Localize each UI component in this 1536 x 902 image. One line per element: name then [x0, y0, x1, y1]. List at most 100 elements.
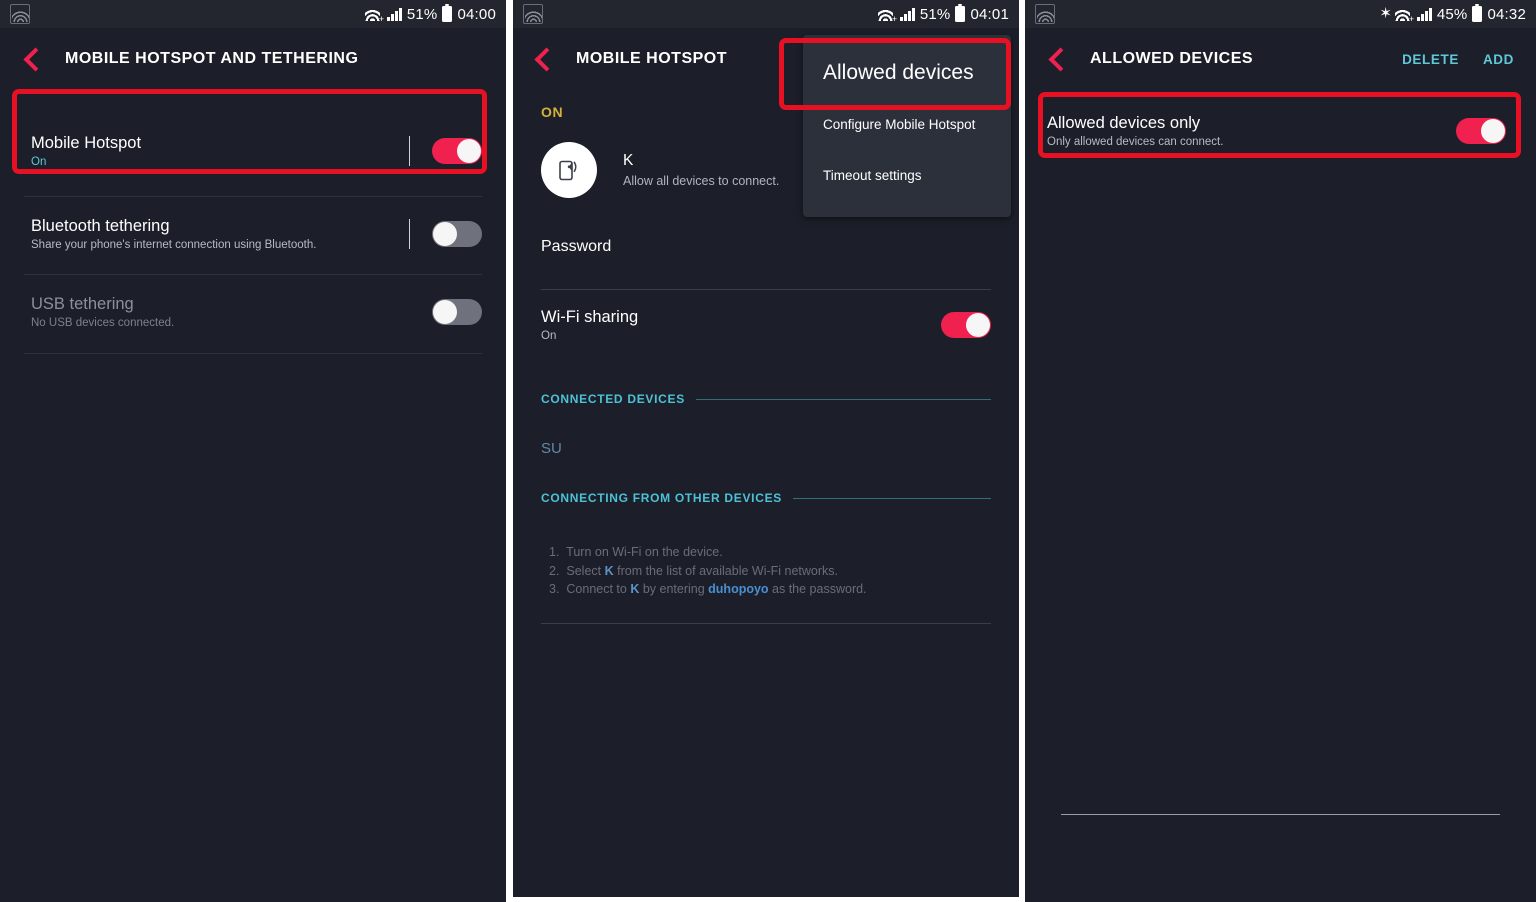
row-title: Bluetooth tethering — [31, 217, 170, 235]
page-title: MOBILE HOTSPOT AND TETHERING — [65, 50, 359, 67]
row-title: Allowed devices only — [1047, 114, 1201, 132]
section-connected-devices: CONNECTED DEVICES — [513, 392, 1019, 406]
hotspot-subtitle: Allow all devices to connect. — [623, 174, 780, 188]
battery-icon — [442, 3, 453, 22]
hotspot-texts: K Allow all devices to connect. — [623, 152, 779, 188]
menu-item-allowed-devices[interactable]: Allowed devices — [803, 45, 1011, 101]
screenshot-stage: 51% 04:00 MOBILE HOTSPOT AND TETHERING M… — [0, 0, 1536, 902]
section-rule — [792, 497, 991, 499]
row-subtitle: Share your phone's internet connection u… — [31, 239, 317, 251]
section-heading: CONNECTED DEVICES — [541, 392, 685, 406]
row-subtitle: On — [31, 156, 47, 168]
page-title: ALLOWED DEVICES — [1090, 50, 1254, 67]
wifi-hotspot-notification-icon — [10, 4, 30, 24]
row-wifi-sharing[interactable]: Wi-Fi sharing On — [513, 290, 1019, 360]
row-subtitle: No USB devices connected. — [31, 317, 175, 329]
status-bar: 51% 04:01 — [513, 0, 1019, 28]
row-title: Wi-Fi sharing — [541, 308, 639, 326]
divider — [24, 353, 482, 354]
wifi-hotspot-notification-icon — [1035, 4, 1055, 24]
ssid-highlight: K — [630, 582, 640, 596]
row-texts: Bluetooth tethering Share your phone's i… — [31, 217, 316, 251]
wifi-icon — [1395, 7, 1414, 24]
status-bar-right: ✶ 45% 04:32 — [1379, 3, 1526, 24]
action-bar-actions: DELETE ADD — [1402, 52, 1536, 67]
row-usb-tethering: USB tethering No USB devices connected. — [0, 275, 506, 349]
mobile-hotspot-toggle[interactable] — [432, 138, 482, 164]
connected-device-item[interactable]: SU — [513, 440, 1019, 457]
hotspot-device-icon — [541, 142, 597, 198]
clock-label: 04:32 — [1487, 5, 1526, 23]
back-chevron-icon[interactable] — [22, 48, 44, 70]
password-label: Password — [541, 238, 612, 255]
row-texts: Mobile Hotspot On — [31, 134, 141, 168]
action-bar: ALLOWED DEVICES DELETE ADD — [1025, 28, 1536, 90]
cellular-signal-icon — [1417, 7, 1432, 21]
panel-mobile-hotspot-and-tethering: 51% 04:00 MOBILE HOTSPOT AND TETHERING M… — [0, 0, 506, 902]
step-item: 2. Select K from the list of available W… — [549, 563, 839, 578]
battery-percent-label: 51% — [919, 5, 951, 23]
status-bar-right: 51% 04:01 — [878, 3, 1009, 24]
row-right — [409, 219, 482, 249]
allowed-devices-only-toggle[interactable] — [1456, 118, 1506, 144]
wifi-hotspot-notification-icon — [523, 4, 543, 24]
menu-item-configure-mobile-hotspot[interactable]: Configure Mobile Hotspot — [803, 101, 1011, 154]
wifi-icon — [365, 7, 384, 24]
password-highlight: duhopoyo — [708, 582, 769, 596]
status-bar-right: 51% 04:00 — [365, 3, 496, 24]
row-texts: Allowed devices only Only allowed device… — [1047, 114, 1223, 148]
back-chevron-icon[interactable] — [1047, 48, 1069, 70]
step-item: 3. Connect to K by entering duhopoyo as … — [549, 582, 867, 596]
bluetooth-icon: ✶ — [1379, 5, 1393, 22]
ssid-highlight: K — [604, 563, 614, 578]
battery-percent-label: 51% — [406, 5, 438, 23]
row-texts: USB tethering No USB devices connected. — [31, 295, 174, 329]
divider — [541, 622, 991, 624]
row-texts: Wi-Fi sharing On — [541, 308, 638, 342]
hotspot-name: K — [623, 152, 634, 169]
overflow-menu: Allowed devices Configure Mobile Hotspot… — [803, 35, 1011, 217]
battery-percent-label: 45% — [1436, 5, 1468, 23]
wifi-icon — [878, 7, 897, 24]
status-bar-left — [523, 4, 543, 24]
row-title: Mobile Hotspot — [31, 134, 142, 152]
row-mobile-hotspot[interactable]: Mobile Hotspot On — [0, 112, 506, 190]
delete-button[interactable]: DELETE — [1402, 52, 1459, 67]
row-title: USB tethering — [31, 295, 134, 313]
connection-steps: 1. Turn on Wi-Fi on the device. 2. Selec… — [513, 543, 1019, 599]
step-item: 1. Turn on Wi-Fi on the device. — [549, 545, 723, 559]
clock-label: 04:00 — [457, 5, 496, 23]
page-title: MOBILE HOTSPOT — [576, 50, 727, 67]
status-bar: 51% 04:00 — [0, 0, 506, 28]
section-connecting-from-other-devices: CONNECTING FROM OTHER DEVICES — [513, 491, 1019, 505]
action-bar: MOBILE HOTSPOT AND TETHERING — [0, 28, 506, 90]
panel-allowed-devices: ✶ 45% 04:32 ALLOWED DEVICES DELETE ADD A… — [1025, 0, 1536, 902]
section-heading: CONNECTING FROM OTHER DEVICES — [541, 491, 782, 505]
status-bar-left — [1035, 4, 1055, 24]
row-right — [409, 136, 482, 166]
section-rule — [695, 398, 991, 400]
status-bar-left — [10, 4, 30, 24]
panel-mobile-hotspot: 51% 04:01 MOBILE HOTSPOT ON K Allow a — [513, 0, 1019, 897]
row-subtitle: On — [541, 330, 557, 342]
row-allowed-devices-only[interactable]: Allowed devices only Only allowed device… — [1025, 103, 1536, 159]
vertical-divider — [409, 219, 410, 249]
add-button[interactable]: ADD — [1483, 52, 1514, 67]
row-subtitle: Only allowed devices can connect. — [1047, 136, 1224, 148]
usb-tethering-toggle — [432, 299, 482, 325]
row-right — [941, 312, 991, 338]
cellular-signal-icon — [900, 7, 915, 21]
row-right — [432, 299, 482, 325]
bluetooth-tethering-toggle[interactable] — [432, 221, 482, 247]
cellular-signal-icon — [387, 7, 402, 21]
bottom-divider — [1061, 814, 1500, 815]
menu-item-timeout-settings[interactable]: Timeout settings — [803, 154, 1011, 199]
clock-label: 04:01 — [970, 5, 1009, 23]
password-row[interactable]: Password — [513, 238, 1019, 256]
wifi-sharing-toggle[interactable] — [941, 312, 991, 338]
back-chevron-icon[interactable] — [533, 48, 555, 70]
battery-icon — [1472, 3, 1483, 22]
vertical-divider — [409, 136, 410, 166]
battery-icon — [955, 3, 966, 22]
row-bluetooth-tethering[interactable]: Bluetooth tethering Share your phone's i… — [0, 197, 506, 271]
